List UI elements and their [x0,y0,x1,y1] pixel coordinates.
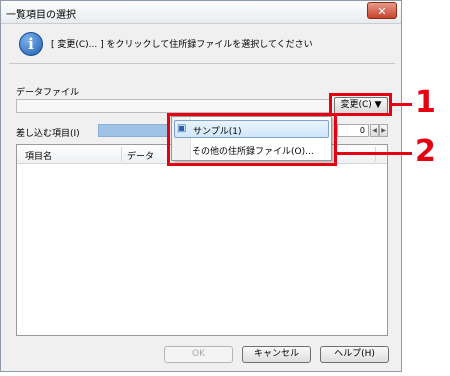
callout-box-2 [167,113,337,166]
close-button[interactable]: ✕ [367,2,397,19]
column-separator[interactable] [121,147,122,161]
data-file-field [16,99,330,113]
chevron-left-icon[interactable]: ◀ [370,124,379,137]
instruction-text: [ 変更(C)... ] をクリックして住所録ファイルを選択してください [51,40,313,50]
callout-box-1 [329,93,392,116]
column-header-item-name[interactable]: 項目名 [25,149,52,162]
title-bar: 一覧項目の選択 ✕ [1,1,401,24]
chevron-right-icon[interactable]: ▶ [379,124,388,137]
close-icon: ✕ [377,5,387,18]
ok-button[interactable]: OK [164,346,233,363]
callout-line-2 [337,152,412,155]
dialog-title: 一覧項目の選択 [6,10,76,21]
insert-items-bar [98,124,168,137]
divider [9,63,395,64]
callout-line-1 [392,103,412,106]
select-items-dialog: 一覧項目の選択 ✕ i [ 変更(C)... ] をクリックして住所録ファイルを… [0,0,402,372]
data-file-label: データファイル [16,88,80,98]
info-icon: i [19,32,43,56]
callout-number-1: 1 [415,85,436,120]
items-table[interactable]: 項目名 データ [16,144,388,336]
cancel-button[interactable]: キャンセル [242,346,311,363]
insert-items-label: 差し込む項目(I) [16,129,80,139]
help-button[interactable]: ヘルプ(H) [320,346,389,363]
items-count[interactable]: 0 [337,124,369,137]
column-header-data[interactable]: データ [127,149,154,162]
callout-number-2: 2 [415,134,436,169]
